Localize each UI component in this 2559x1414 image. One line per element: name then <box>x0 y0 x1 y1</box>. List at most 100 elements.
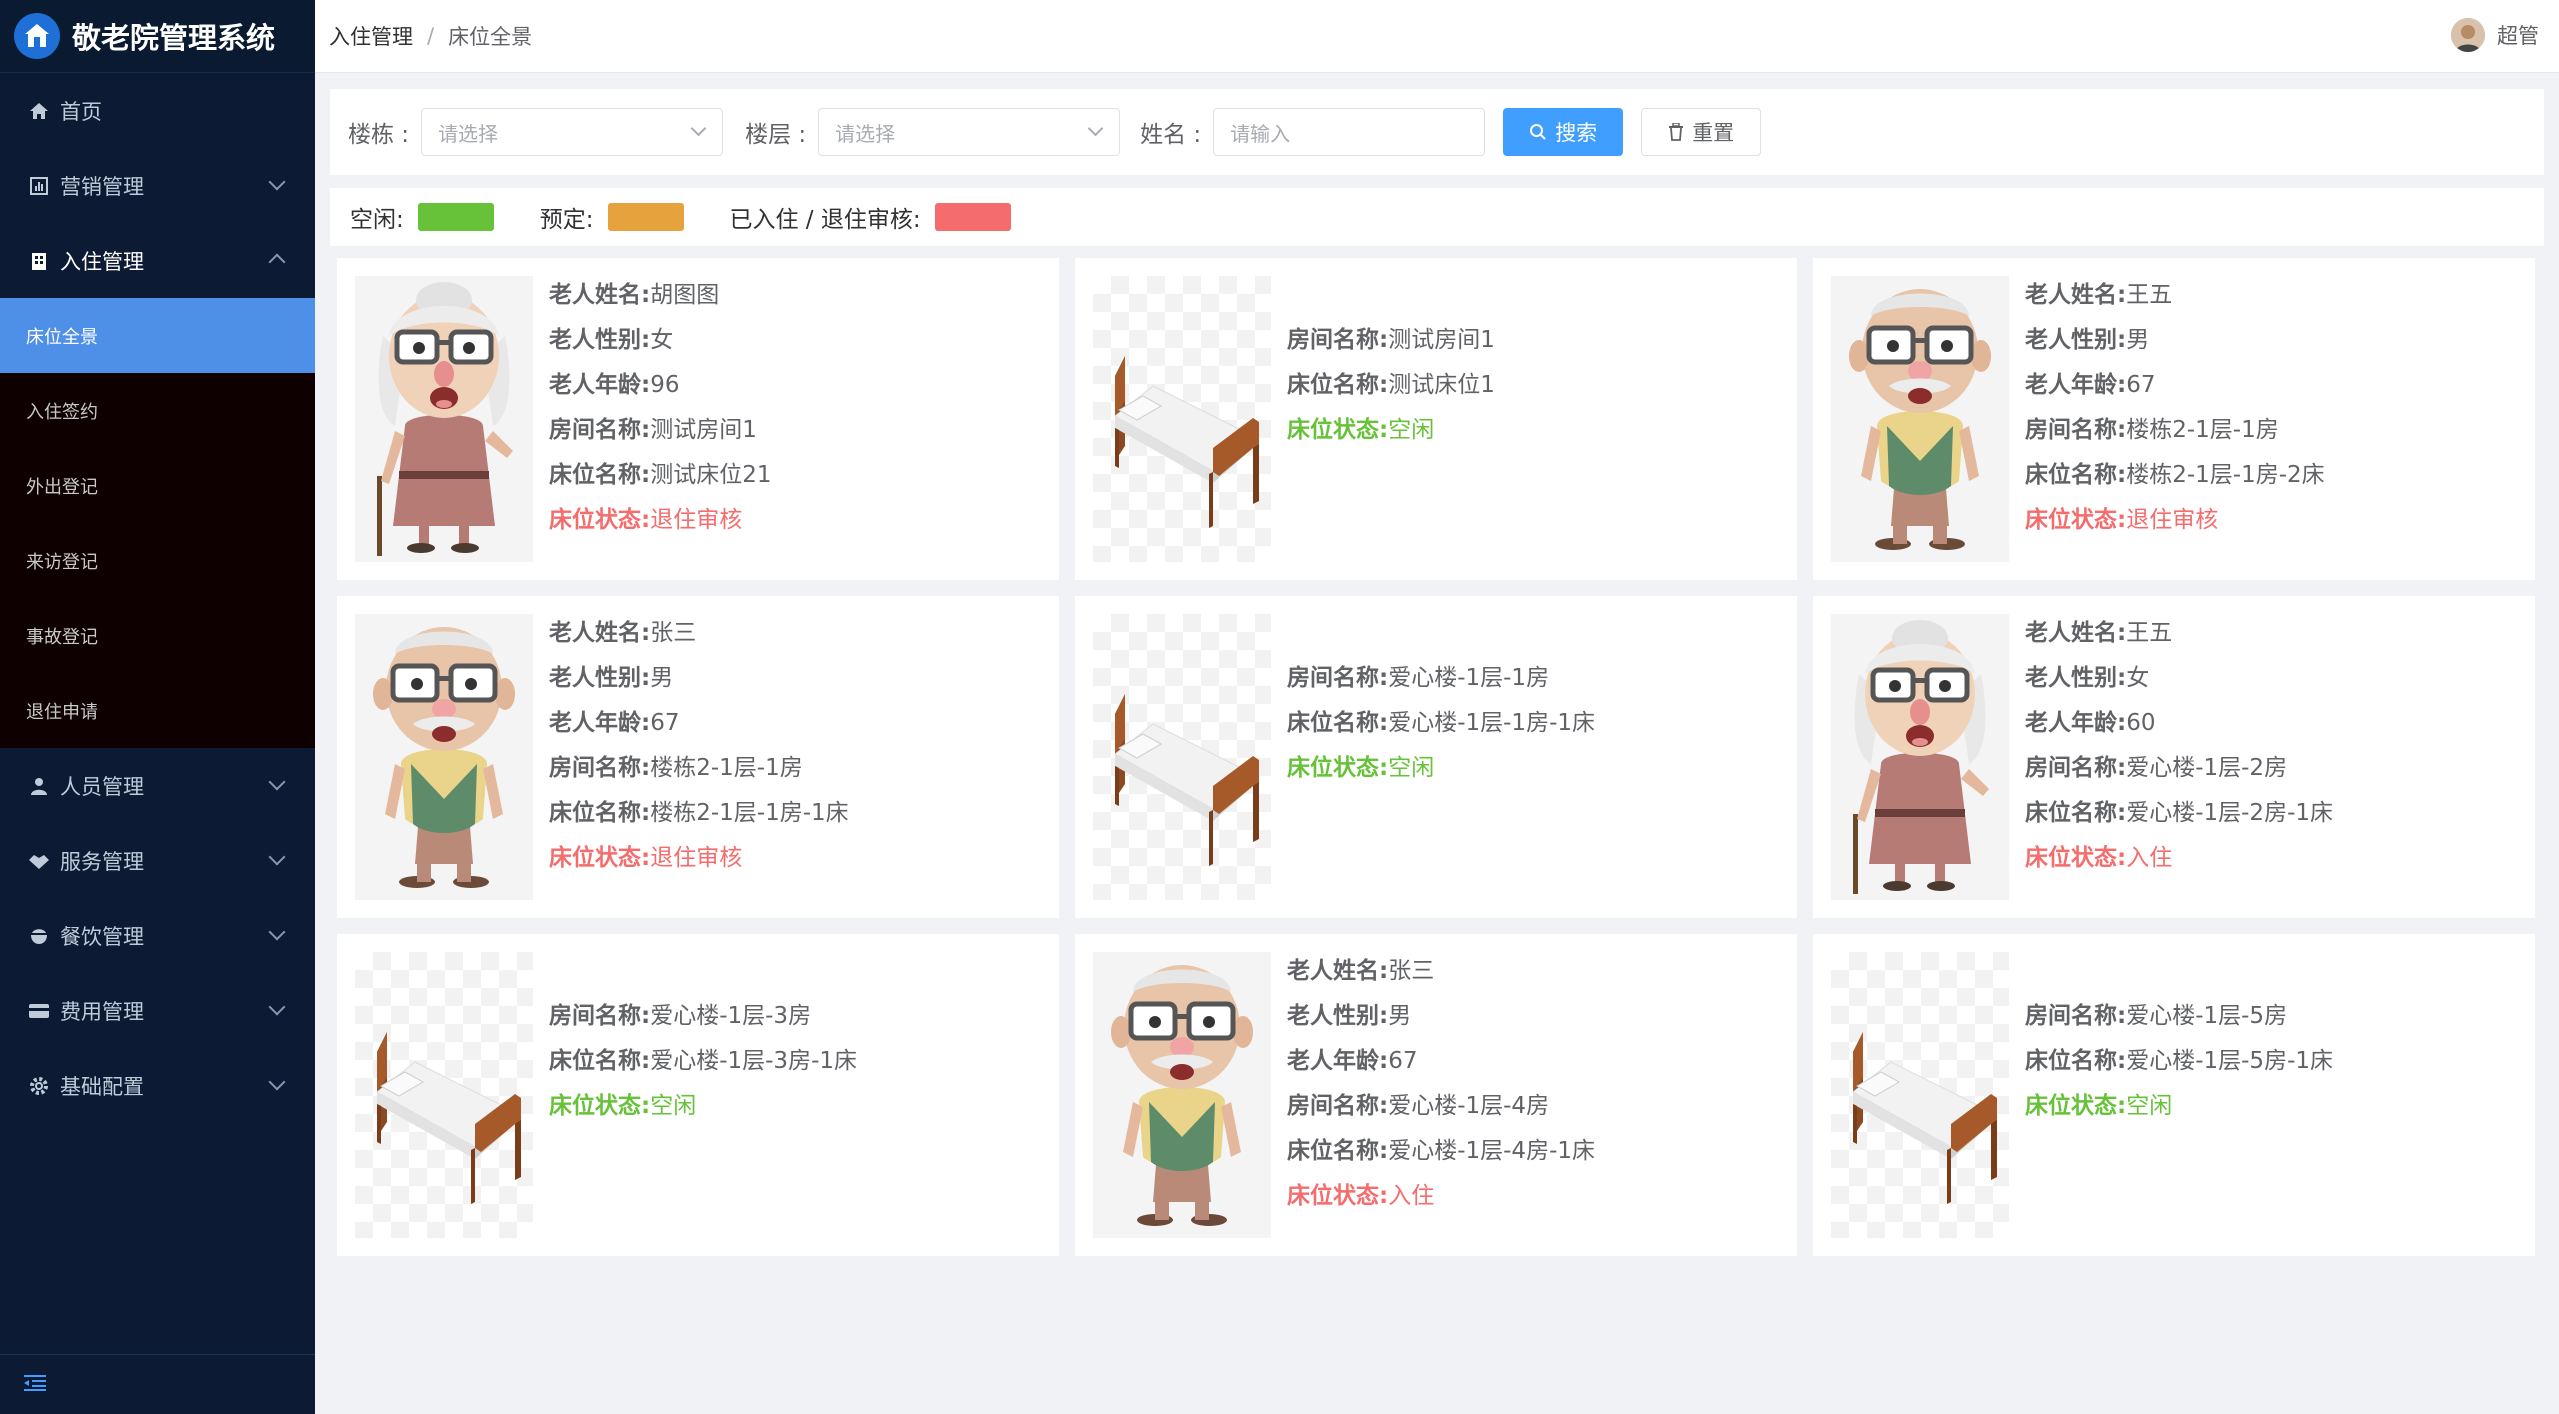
bed-card[interactable]: 老人姓名:张三 老人性别:男 老人年龄:67 房间名称:爱心楼-1层-4房 床位名称:爱… <box>1075 934 1797 1256</box>
bed-status-label: 床位状态: <box>549 1093 651 1119</box>
bed-card-info: 老人姓名:王五 老人性别:男 老人年龄:67 房间名称:楼栋2-1层-1房 床位名称:楼… <box>2025 273 2325 543</box>
sidebar-item-checkin[interactable]: 入住管理 <box>0 223 315 298</box>
search-bar: 楼栋 : 请选择 楼层 : 请选择 姓名 : 请输入 搜索 重置 <box>330 89 2544 175</box>
elder-woman-avatar <box>1831 614 2009 900</box>
room-name-value: 测试房间1 <box>1388 327 1495 353</box>
bed-status-label: 床位状态: <box>2025 845 2127 871</box>
elder-gender-label: 老人性别: <box>549 327 651 353</box>
sidebar-item-home[interactable]: 首页 <box>0 73 315 148</box>
bed-name-row: 床位名称:爱心楼-1层-1房-1床 <box>1287 701 1595 746</box>
sidebar-item-fees[interactable]: 费用管理 <box>0 973 315 1048</box>
elder-name-label: 老人姓名: <box>1287 958 1389 984</box>
bed-name-value: 爱心楼-1层-5房-1床 <box>2126 1048 2334 1074</box>
bed-status-row: 床位状态:入住 <box>2025 836 2333 881</box>
elder-age-row: 老人年龄:67 <box>1287 1039 1595 1084</box>
bed-card[interactable]: 老人姓名:胡图图 老人性别:女 老人年龄:96 房间名称:测试房间1 床位名称:测试床位… <box>337 258 1059 580</box>
sidebar-item-accident-register[interactable]: 事故登记 <box>0 598 315 673</box>
bed-card-info: 老人姓名:张三 老人性别:男 老人年龄:67 房间名称:楼栋2-1层-1房 床位名称:楼… <box>549 611 849 881</box>
bed-card[interactable]: 老人姓名:张三 老人性别:男 老人年龄:67 房间名称:楼栋2-1层-1房 床位名称:楼… <box>337 596 1059 918</box>
elder-age-row: 老人年龄:67 <box>549 701 849 746</box>
elder-name-label: 老人姓名: <box>2025 282 2127 308</box>
elder-man-avatar <box>1093 952 1271 1238</box>
chevron-down-icon <box>268 773 286 791</box>
elder-age-value: 67 <box>2126 372 2156 398</box>
room-name-row: 房间名称:测试房间1 <box>1287 318 1495 363</box>
sidebar-item-label: 基础配置 <box>60 1074 144 1099</box>
sidebar-item-outing-register[interactable]: 外出登记 <box>0 448 315 523</box>
bed-status-value: 入住 <box>1388 1183 1435 1209</box>
floor-select[interactable]: 请选择 <box>818 108 1121 156</box>
elder-gender-row: 老人性别:男 <box>2025 318 2325 363</box>
chevron-down-icon <box>268 923 286 941</box>
elder-gender-row: 老人性别:女 <box>2025 656 2333 701</box>
building-label: 楼栋 : <box>348 122 410 148</box>
bed-card[interactable]: 房间名称:爱心楼-1层-3房 床位名称:爱心楼-1层-3房-1床 床位状态:空闲 <box>337 934 1059 1256</box>
room-name-label: 房间名称: <box>2025 417 2127 443</box>
breadcrumb: 入住管理 / 床位全景 <box>315 21 532 51</box>
bed-card[interactable]: 房间名称:爱心楼-1层-5房 床位名称:爱心楼-1层-5房-1床 床位状态:空闲 <box>1813 934 2535 1256</box>
building-select[interactable]: 请选择 <box>421 108 724 156</box>
chevron-down-icon <box>268 173 286 191</box>
sidebar-collapse-button[interactable] <box>0 1354 315 1414</box>
bed-name-row: 床位名称:测试床位1 <box>1287 363 1495 408</box>
elder-name-value: 王五 <box>2126 282 2173 308</box>
bed-name-row: 床位名称:爱心楼-1层-2房-1床 <box>2025 791 2333 836</box>
legend-occupied-label: 已入住 / 退住审核: <box>729 207 921 233</box>
bed-name-label: 床位名称: <box>549 1048 651 1074</box>
room-name-value: 爱心楼-1层-5房 <box>2126 1003 2288 1029</box>
sidebar-item-checkout-request[interactable]: 退住申请 <box>0 673 315 748</box>
sidebar-item-staff[interactable]: 人员管理 <box>0 748 315 823</box>
room-name-row: 房间名称:爱心楼-1层-2房 <box>2025 746 2333 791</box>
bed-card-info: 老人姓名:张三 老人性别:男 老人年龄:67 房间名称:爱心楼-1层-4房 床位名称:爱… <box>1287 949 1595 1219</box>
bed-status-label: 床位状态: <box>2025 1093 2127 1119</box>
sidebar-item-settings[interactable]: 基础配置 <box>0 1048 315 1123</box>
sidebar-item-label: 人员管理 <box>60 774 144 799</box>
sidebar-item-catering[interactable]: 餐饮管理 <box>0 898 315 973</box>
avatar <box>2451 18 2485 52</box>
breadcrumb-item-current: 床位全景 <box>448 25 533 49</box>
handshake-icon <box>28 850 50 872</box>
building-icon <box>28 250 50 272</box>
card-icon <box>28 1000 50 1022</box>
bed-status-value: 退住审核 <box>650 507 743 533</box>
name-input[interactable]: 请输入 <box>1213 108 1486 156</box>
room-name-label: 房间名称: <box>1287 665 1389 691</box>
legend-idle-label: 空闲: <box>350 207 404 233</box>
bed-card[interactable]: 老人姓名:王五 老人性别:男 老人年龄:67 房间名称:楼栋2-1层-1房 床位名称:楼… <box>1813 258 2535 580</box>
chevron-down-icon <box>1087 120 1104 137</box>
bed-name-label: 床位名称: <box>2025 800 2127 826</box>
reset-button-label: 重置 <box>1692 121 1735 145</box>
bed-card[interactable]: 房间名称:爱心楼-1层-1房 床位名称:爱心楼-1层-1房-1床 床位状态:空闲 <box>1075 596 1797 918</box>
bed-card[interactable]: 房间名称:测试房间1 床位名称:测试床位1 床位状态:空闲 <box>1075 258 1797 580</box>
sidebar-item-visit-register[interactable]: 来访登记 <box>0 523 315 598</box>
room-name-value: 爱心楼-1层-4房 <box>1388 1093 1550 1119</box>
bed-status-row: 床位状态:空闲 <box>1287 746 1595 791</box>
room-name-row: 房间名称:爱心楼-1层-1房 <box>1287 656 1595 701</box>
chevron-down-icon <box>268 1073 286 1091</box>
sidebar-item-bed-overview[interactable]: 床位全景 <box>0 298 315 373</box>
room-name-value: 测试房间1 <box>650 417 757 443</box>
sidebar-item-marketing[interactable]: 营销管理 <box>0 148 315 223</box>
bowl-icon <box>28 925 50 947</box>
bed-status-label: 床位状态: <box>1287 417 1389 443</box>
bed-name-row: 床位名称:楼栋2-1层-1房-2床 <box>2025 453 2325 498</box>
search-button[interactable]: 搜索 <box>1503 108 1624 156</box>
reset-button[interactable]: 重置 <box>1641 108 1762 156</box>
bed-card[interactable]: 老人姓名:王五 老人性别:女 老人年龄:60 房间名称:爱心楼-1层-2房 床位名称:爱… <box>1813 596 2535 918</box>
breadcrumb-item-checkin[interactable]: 入住管理 <box>329 21 413 51</box>
user-menu[interactable]: 超管 <box>2451 18 2539 52</box>
elder-gender-value: 男 <box>2126 327 2150 353</box>
room-name-value: 爱心楼-1层-1房 <box>1388 665 1550 691</box>
search-button-label: 搜索 <box>1555 121 1598 145</box>
sidebar-item-service[interactable]: 服务管理 <box>0 823 315 898</box>
sidebar-item-label: 首页 <box>60 99 102 124</box>
bed-name-label: 床位名称: <box>1287 1138 1389 1164</box>
sidebar-item-checkin-contract[interactable]: 入住签约 <box>0 373 315 448</box>
search-icon <box>1529 123 1547 141</box>
bed-name-value: 爱心楼-1层-2房-1床 <box>2126 800 2334 826</box>
app-title: 敬老院管理系统 <box>72 21 276 55</box>
bed-status-row: 床位状态:入住 <box>1287 1174 1595 1219</box>
bed-status-value: 空闲 <box>1388 755 1435 781</box>
elder-man-avatar <box>355 614 533 900</box>
bed-name-value: 测试床位21 <box>650 462 772 488</box>
